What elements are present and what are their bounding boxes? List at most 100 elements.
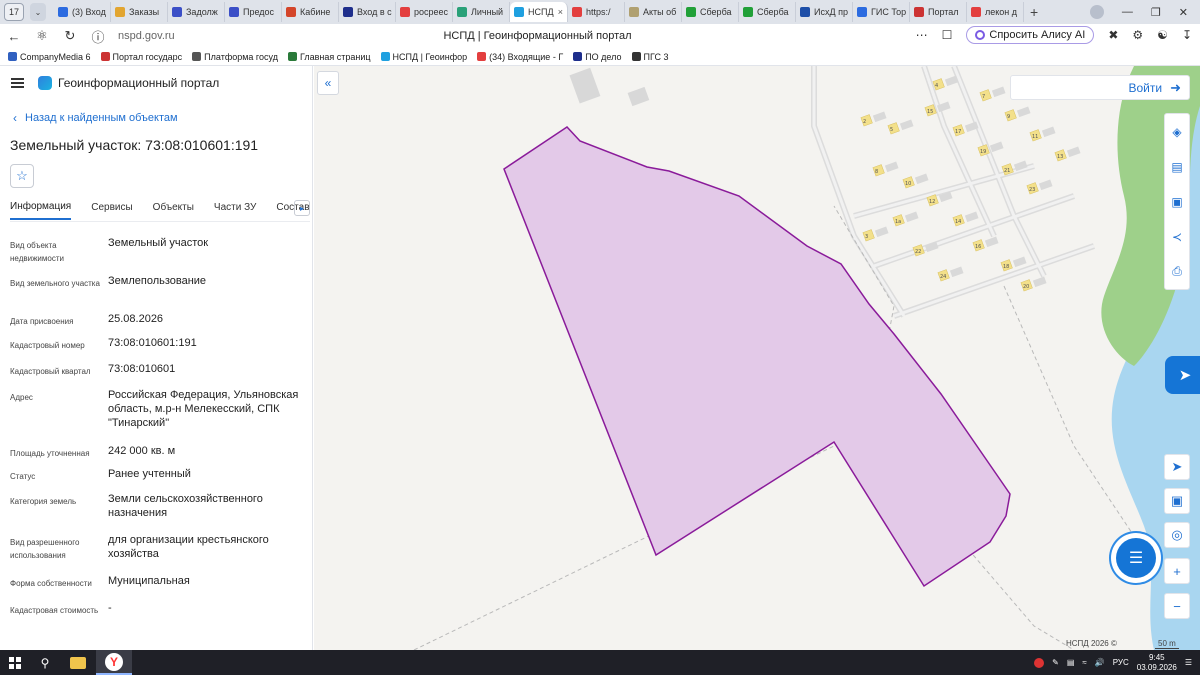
browser-tab[interactable]: Задолж [168,2,225,22]
new-tab-button[interactable]: + [1030,4,1038,20]
favorite-star-button[interactable]: ☆ [10,164,34,188]
browser-tab[interactable]: ГИС Тор [853,2,910,22]
back-to-results-link[interactable]: ‹ Назад к найденным объектам [13,111,312,125]
bookmark-item[interactable]: Платформа госуд [192,52,278,62]
browser-tab[interactable]: https:/ [568,2,625,22]
browser-tab[interactable]: (3) Вход [54,2,111,22]
search-icon[interactable]: ⚲ [30,656,60,670]
zoom-out-button[interactable]: − [1164,593,1190,619]
bookmark-item[interactable]: CompanyMedia 6 [8,52,91,62]
protect-icon[interactable]: ☯ [1157,28,1168,42]
tab-close-icon[interactable]: × [558,7,563,17]
bookmark-label: НСПД | Геоинфор [392,51,468,62]
minimap-icon[interactable]: ▣ [1164,488,1190,514]
browser-tab[interactable]: Вход в с [339,2,396,22]
login-button[interactable]: Войти ➜ [1010,75,1190,100]
download-icon[interactable]: ↧ [1182,28,1192,42]
map-view[interactable]: 4 7 9 11 13 15 17 19 21 23 2 5 8 10 12 14 16 18 20 22 24 1а 3 … [314,66,1200,650]
tab-favicon-icon [58,7,68,17]
extensions-icon[interactable]: ⚙ [1132,28,1143,42]
menu-icon[interactable] [11,78,24,88]
info-tab[interactable]: Сервисы [91,202,132,219]
profile-avatar[interactable] [1089,5,1104,19]
chat-assistant-button[interactable]: ☰ [1116,538,1156,578]
browser-tab[interactable]: Заказы [111,2,168,22]
start-button[interactable] [0,650,30,675]
browser-tab[interactable]: Личный [453,2,510,22]
more-icon[interactable]: ⋯ [916,28,928,42]
geolocate-icon[interactable]: ◎ [1164,522,1190,548]
tab-favicon-icon [914,7,924,17]
info-tab[interactable]: Части ЗУ [214,202,256,219]
object-info-panel: Геоинформационный портал ‹ Назад к найде… [0,66,313,650]
ruler-icon[interactable]: ▤ [1165,149,1189,184]
notifications-icon[interactable]: ☰ [1185,658,1192,667]
clock[interactable]: 9:45 03.09.2026 [1137,653,1177,673]
house-number-label: 22 [915,249,921,255]
bookmark-item[interactable]: НСПД | Геоинфор [380,51,468,62]
language-indicator[interactable]: РУС [1113,658,1129,667]
tabs-next-arrow-icon[interactable]: ▸ [294,200,310,216]
house-number-label: 20 [1023,284,1029,290]
browser-tab[interactable]: Портал [910,2,967,22]
tab-favicon-icon [686,7,696,17]
share-icon[interactable]: ≺ [1165,219,1189,254]
ask-alice-button[interactable]: Спросить Алису AI [966,26,1095,44]
collapse-panel-button[interactable]: « [317,71,339,95]
browser-tab[interactable]: Акты об [625,2,682,22]
file-explorer-taskbar-button[interactable] [60,650,96,675]
info-tab[interactable]: Информация [10,201,72,220]
browser-tab[interactable]: НСПД × [510,2,568,22]
tab-count-button[interactable]: 17 [4,3,24,21]
browser-tab[interactable]: лекон д [967,2,1024,22]
property-value: Землепользование [108,275,207,287]
restore-icon[interactable]: ❐ [1151,6,1161,19]
browser-tab[interactable]: ИсхД пр [796,2,853,22]
bookmark-item[interactable]: Портал государс [100,52,182,62]
volume-tray-icon[interactable]: 🔊 [1095,658,1105,667]
close-window-icon[interactable]: ✕ [1179,6,1188,19]
house-number-label: 12 [929,199,935,205]
bookmark-item[interactable]: (34) Входящие - Г [477,52,563,62]
property-label: Кадастровый номер [10,341,85,350]
map-canvas[interactable]: 4791113151719212325810121416182022241а3 [314,66,1200,650]
bookmark-item[interactable]: ПО дело [573,52,622,62]
antivirus-tray-icon[interactable] [1034,657,1045,668]
bookmark-item[interactable]: ПГС 3 [631,52,668,62]
layers-icon[interactable]: ◈ [1165,114,1189,149]
bookmark-favicon-icon [573,52,583,61]
tools-icon[interactable]: ✖ [1108,28,1118,42]
browser-tab[interactable]: Сберба [739,2,796,22]
browser-tab[interactable]: Предос [225,2,282,22]
property-label: Дата присвоения [10,317,74,326]
print-icon[interactable]: ⎙ [1165,254,1189,289]
tab-label: (3) Вход [72,7,106,17]
pen-tray-icon[interactable]: ✎ [1052,658,1059,667]
tab-list-chevron-icon[interactable]: ⌄ [30,3,46,21]
bookmark-favicon-icon [287,52,297,61]
property-value: Земли сельскохозяйственного назначения [108,493,263,519]
outbuilding [944,75,959,87]
bookmark-icon[interactable]: ☐ [942,28,953,42]
select-area-icon[interactable]: ▣ [1165,184,1189,219]
system-tray: ✎ ▤ ≈ 🔊 РУС 9:45 03.09.2026 ☰ [1034,653,1200,673]
info-tab[interactable]: Объекты [153,202,194,219]
bookmark-item[interactable]: Главная страниц [287,52,371,62]
network-tray-icon[interactable]: ▤ [1067,658,1075,667]
house-number-label: 24 [940,274,946,280]
property-label: Площадь уточненная [10,449,90,458]
side-service-badge[interactable]: ➤ [1165,356,1200,394]
yandex-browser-taskbar-button[interactable]: Y [96,650,132,675]
browser-tab[interactable]: Сберба [682,2,739,22]
wifi-tray-icon[interactable]: ≈ [1082,658,1086,667]
tab-list: (3) Вход Заказы Задолж Предос Кабине Вход в с… [54,0,1024,24]
tab-favicon-icon [400,7,410,17]
minimize-icon[interactable]: — [1122,6,1133,18]
tab-label: лекон д [985,7,1018,17]
browser-tab[interactable]: росреес [396,2,453,22]
navigate-icon[interactable]: ➤ [1164,454,1190,480]
house-number-label: 23 [1029,187,1035,193]
zoom-in-button[interactable]: + [1164,558,1190,584]
property-value: Ранее учтенный [108,468,191,480]
browser-tab[interactable]: Кабине [282,2,339,22]
